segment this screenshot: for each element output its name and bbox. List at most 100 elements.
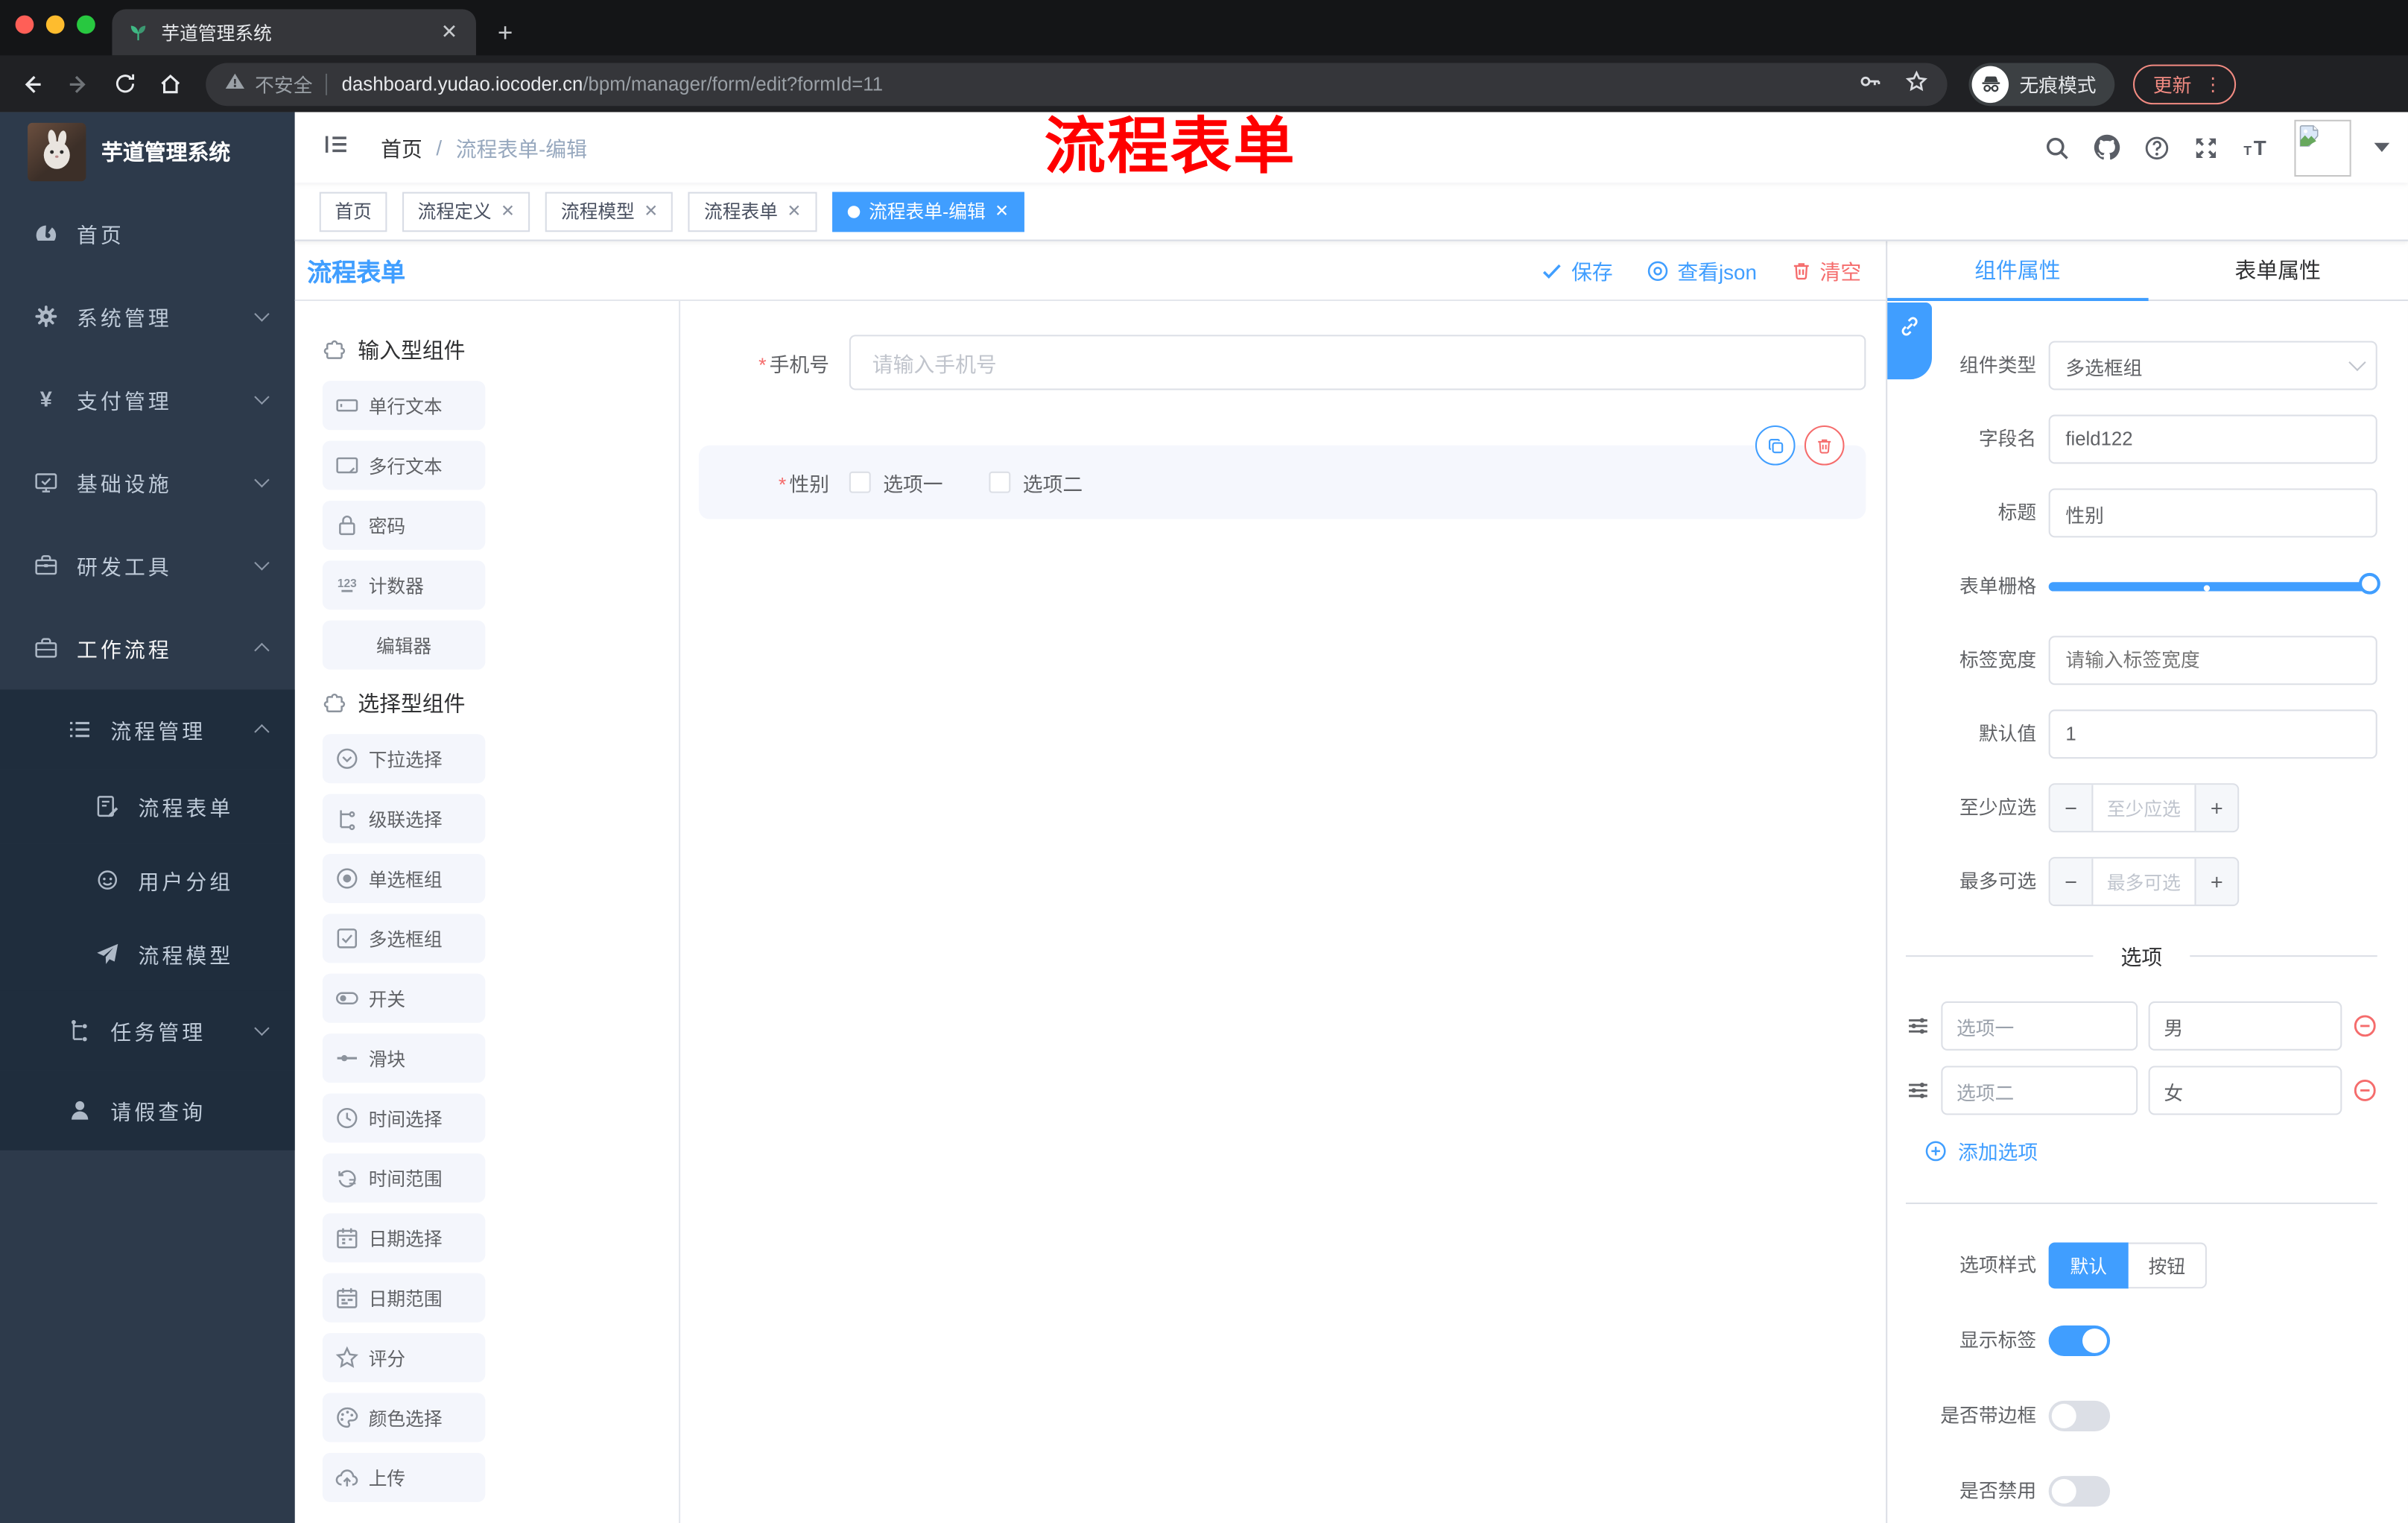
sidebar-item-基础设施[interactable]: 基础设施: [0, 441, 295, 524]
url-path[interactable]: /bpm/manager/form/edit?formId=11: [583, 73, 883, 95]
tag-close-icon[interactable]: ✕: [501, 201, 515, 221]
tag-流程表单[interactable]: 流程表单 ✕: [688, 191, 817, 232]
palette-component-颜色选择[interactable]: 颜色选择: [322, 1393, 486, 1443]
default-value-input[interactable]: [2048, 709, 2377, 759]
user-avatar-broken-image[interactable]: [2294, 118, 2351, 177]
option-value-input[interactable]: [2148, 1066, 2342, 1115]
drag-handle-icon[interactable]: [1906, 1013, 1930, 1038]
sidebar-item-支付管理[interactable]: ¥ 支付管理: [0, 358, 295, 440]
gender-checkbox-选项二[interactable]: 选项二: [989, 468, 1083, 497]
minus-button[interactable]: −: [2050, 858, 2094, 905]
field-name-input[interactable]: [2048, 414, 2377, 464]
search-icon[interactable]: [2044, 134, 2070, 160]
canvas-field-gender-selected[interactable]: * 性别 选项一 选项二: [698, 425, 1866, 519]
palette-component-级联选择[interactable]: 级联选择: [322, 794, 486, 843]
delete-component-button[interactable]: [1804, 425, 1845, 466]
home-icon[interactable]: [150, 64, 191, 104]
clear-button[interactable]: 清空: [1790, 255, 1861, 285]
tag-流程表单-编辑[interactable]: 流程表单-编辑 ✕: [831, 191, 1024, 232]
remove-option-button[interactable]: [2353, 1013, 2377, 1038]
tab-component-props[interactable]: 组件属性: [1887, 241, 2147, 301]
sidebar-item-流程模型[interactable]: 流程模型: [0, 916, 295, 991]
font-size-icon[interactable]: TT: [2242, 134, 2271, 160]
browser-menu-icon[interactable]: ⋮: [2204, 73, 2222, 95]
palette-component-开关[interactable]: 开关: [322, 973, 486, 1023]
option-name-input[interactable]: [1941, 1001, 2138, 1051]
checkbox-icon[interactable]: [989, 471, 1011, 493]
fullscreen-icon[interactable]: [2193, 134, 2219, 160]
palette-component-多选框组[interactable]: 多选框组: [322, 914, 486, 963]
option-name-input[interactable]: [1941, 1066, 2138, 1115]
sidebar-item-首页[interactable]: 首页: [0, 192, 295, 275]
tag-流程定义[interactable]: 流程定义 ✕: [402, 191, 530, 232]
bookmark-star-icon[interactable]: [1904, 69, 1929, 98]
slider-handle[interactable]: [2359, 572, 2380, 595]
canvas-field-phone[interactable]: * 手机号 请输入手机号: [699, 335, 1866, 390]
tag-close-icon[interactable]: ✕: [644, 201, 658, 221]
minimize-window-button[interactable]: [45, 15, 65, 34]
save-button[interactable]: 保存: [1541, 255, 1613, 285]
palette-component-单选框组[interactable]: 单选框组: [322, 854, 486, 903]
sidebar-item-工作流程[interactable]: 工作流程: [0, 607, 295, 689]
plus-button[interactable]: +: [2194, 785, 2238, 832]
palette-component-计数器[interactable]: 123 计数器: [322, 560, 486, 610]
plus-button[interactable]: +: [2194, 858, 2238, 905]
forward-icon[interactable]: [58, 64, 98, 104]
back-icon[interactable]: [12, 64, 52, 104]
remove-option-button[interactable]: [2353, 1078, 2377, 1103]
palette-component-滑块[interactable]: 滑块: [322, 1033, 486, 1083]
help-icon[interactable]: [2144, 134, 2170, 160]
palette-component-上传[interactable]: 上传: [322, 1452, 486, 1502]
tag-close-icon[interactable]: ✕: [995, 201, 1009, 221]
address-bar[interactable]: 不安全 dashboard.yudao.iocoder.cn/bpm/manag…: [206, 62, 1948, 106]
title-input[interactable]: [2048, 488, 2377, 538]
breadcrumb-home[interactable]: 首页: [381, 132, 422, 162]
palette-component-评分[interactable]: 评分: [322, 1333, 486, 1383]
palette-component-多行文本[interactable]: 多行文本: [322, 440, 486, 490]
palette-component-下拉选择[interactable]: 下拉选择: [322, 734, 486, 784]
collapse-sidebar-icon[interactable]: [317, 124, 357, 171]
palette-component-日期范围[interactable]: 日期范围: [322, 1273, 486, 1323]
phone-field-input[interactable]: 请输入手机号: [849, 335, 1866, 390]
tag-close-icon[interactable]: ✕: [787, 201, 801, 221]
close-window-button[interactable]: [15, 15, 34, 34]
option-value-input[interactable]: [2148, 1001, 2342, 1051]
gender-checkbox-选项一[interactable]: 选项一: [849, 468, 943, 497]
zoom-window-button[interactable]: [77, 15, 95, 34]
toggle-是否带边框[interactable]: [2048, 1400, 2111, 1432]
max-select-placeholder[interactable]: 最多可选: [2093, 858, 2194, 905]
sidebar-item-请假查询[interactable]: 请假查询: [0, 1070, 295, 1150]
palette-component-日期选择[interactable]: 日期选择: [322, 1213, 486, 1263]
password-key-icon[interactable]: [1858, 69, 1883, 98]
tab-form-props[interactable]: 表单属性: [2148, 241, 2408, 300]
sidebar-item-流程管理[interactable]: 流程管理: [0, 689, 295, 770]
label-width-input[interactable]: [2048, 636, 2377, 685]
sidebar-item-系统管理[interactable]: 系统管理: [0, 275, 295, 358]
new-tab-button[interactable]: +: [498, 19, 513, 49]
drag-handle-icon[interactable]: [1906, 1078, 1930, 1103]
palette-component-编辑器[interactable]: 编辑器: [322, 620, 486, 670]
sidebar-item-研发工具[interactable]: 研发工具: [0, 524, 295, 607]
palette-component-时间选择[interactable]: 时间选择: [322, 1093, 486, 1143]
toggle-是否禁用[interactable]: [2048, 1475, 2111, 1507]
component-type-select[interactable]: [2048, 341, 2377, 390]
avatar-dropdown-caret-icon[interactable]: [2374, 142, 2390, 160]
url-host[interactable]: dashboard.yudao.iocoder.cn: [342, 73, 583, 95]
reload-icon[interactable]: [104, 64, 145, 104]
checkbox-icon[interactable]: [849, 471, 871, 493]
browser-update-button[interactable]: 更新 ⋮: [2133, 63, 2237, 104]
add-option-button[interactable]: 添加选项: [1924, 1136, 2377, 1165]
github-icon[interactable]: [2093, 133, 2120, 161]
sidebar-item-任务管理[interactable]: 任务管理: [0, 990, 295, 1071]
tag-流程模型[interactable]: 流程模型 ✕: [545, 191, 674, 232]
security-label[interactable]: 不安全: [255, 69, 312, 98]
tag-首页[interactable]: 首页: [319, 191, 387, 232]
palette-component-密码[interactable]: 密码: [322, 500, 486, 550]
browser-tab[interactable]: 芋道管理系统 ✕: [112, 9, 476, 56]
component-type-value[interactable]: [2048, 341, 2377, 390]
window-controls[interactable]: [15, 15, 95, 34]
security-warning-icon[interactable]: [224, 71, 246, 97]
form-grid-slider[interactable]: [2048, 562, 2380, 611]
min-select-placeholder[interactable]: 至少应选: [2093, 785, 2194, 831]
toggle-显示标签[interactable]: [2048, 1325, 2111, 1357]
